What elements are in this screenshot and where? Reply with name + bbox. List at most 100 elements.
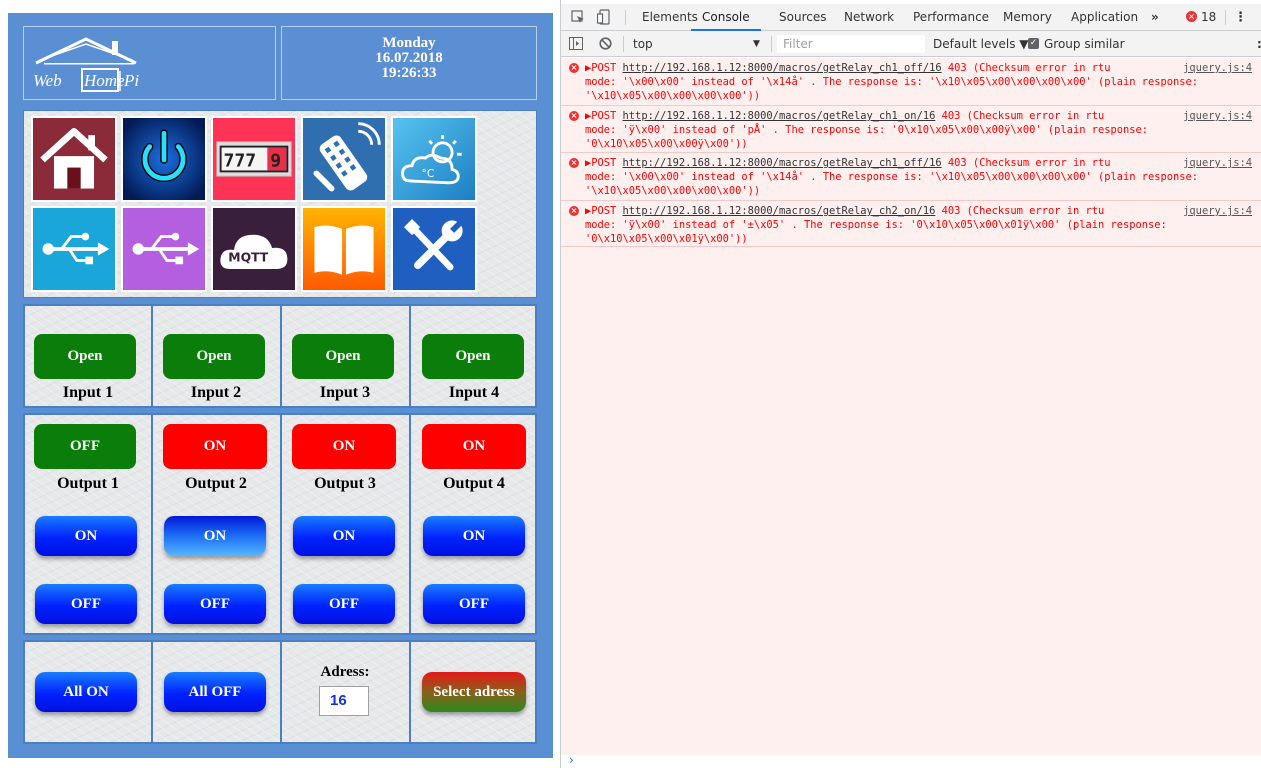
output-1-label: Output 1	[57, 475, 119, 492]
error-icon: ×	[1186, 11, 1197, 22]
divider	[771, 36, 772, 52]
weather-icon: °C	[393, 118, 475, 200]
date-text: 16.07.2018	[375, 50, 443, 66]
input-3-label: Input 3	[319, 384, 371, 401]
console-error-message[interactable]: × ▶POST http://192.168.1.12:8000/macros/…	[561, 201, 1261, 247]
remote-control-icon	[303, 118, 385, 200]
tab-memory[interactable]: Memory	[1003, 4, 1052, 31]
divider	[623, 36, 624, 52]
tools-icon	[403, 218, 464, 271]
console-error-message[interactable]: × ▶POST http://192.168.1.12:8000/macros/…	[561, 153, 1261, 201]
input-2-status: Open	[163, 334, 265, 379]
console-toolbar: top ▼ Filter Default levels ▼ ✓ Group si…	[561, 31, 1261, 57]
device-toolbar-icon[interactable]	[597, 9, 611, 25]
svg-text:777: 777	[223, 151, 256, 172]
mqtt-text: MQTT	[228, 249, 269, 264]
console-prompt-row[interactable]: ›	[561, 753, 1261, 768]
input-4-status: Open	[422, 334, 524, 379]
address-input[interactable]: 16	[319, 686, 369, 716]
usb-tile-1[interactable]	[31, 206, 117, 292]
all-on-button[interactable]: All ON	[35, 672, 137, 712]
counter-icon: 777 9	[213, 118, 295, 200]
home-tile[interactable]	[31, 116, 117, 202]
context-selector[interactable]: top ▼	[633, 36, 763, 52]
output-2-off-button[interactable]: OFF	[164, 584, 266, 624]
controls-panel: All ON All OFF Adress: 16 Select adress	[23, 640, 537, 744]
error-count[interactable]: 18	[1201, 4, 1216, 31]
source-link[interactable]: jquery.js:4	[1183, 156, 1252, 170]
logo-text-web: Web	[33, 71, 62, 90]
output-3-on-button[interactable]: ON	[293, 516, 395, 556]
output-3-off-button[interactable]: OFF	[293, 584, 395, 624]
tab-console[interactable]: Console	[691, 4, 761, 31]
log-levels-dropdown[interactable]: Default levels ▼	[933, 36, 1029, 52]
svg-text:9: 9	[270, 151, 281, 172]
input-4-label: Input 4	[448, 384, 500, 401]
output-4-on-button[interactable]: ON	[423, 516, 525, 556]
counter-tile[interactable]: 777 9	[211, 116, 297, 202]
output-4-label: Output 4	[443, 475, 505, 492]
inspect-icon[interactable]	[571, 10, 585, 24]
power-tile[interactable]	[121, 116, 207, 202]
output-1-off-button[interactable]: OFF	[35, 584, 137, 624]
settings-icon[interactable]: :	[1257, 36, 1261, 52]
input-3-status: Open	[292, 334, 394, 379]
console-error-message[interactable]: × ▶POST http://192.168.1.12:8000/macros/…	[561, 106, 1261, 153]
prompt-chevron-icon: ›	[569, 753, 574, 767]
day-text: Monday	[382, 35, 436, 51]
all-off-button[interactable]: All OFF	[164, 672, 266, 712]
source-link[interactable]: jquery.js:4	[1183, 109, 1252, 123]
filter-input[interactable]: Filter	[777, 35, 925, 53]
output-4-off-button[interactable]: OFF	[423, 584, 525, 624]
select-address-button[interactable]: Select adress	[422, 672, 526, 712]
error-icon: ×	[569, 111, 579, 121]
output-1-on-button[interactable]: ON	[35, 516, 137, 556]
error-icon: ×	[569, 206, 579, 216]
output-4-status: ON	[422, 424, 526, 469]
message-text: ▶POST http://192.168.1.12:8000/macros/ge…	[585, 157, 1199, 197]
output-2-on-button[interactable]: ON	[164, 516, 266, 556]
usb-tile-2[interactable]	[121, 206, 207, 292]
mqtt-tile[interactable]: MQTT	[211, 206, 297, 292]
weather-tile[interactable]: °C	[391, 116, 477, 202]
kebab-menu-icon[interactable]: ⋮	[1234, 4, 1247, 31]
divider	[625, 10, 626, 25]
book-tile[interactable]	[301, 206, 387, 292]
tab-application[interactable]: Application	[1071, 4, 1138, 31]
usb-icon	[42, 232, 110, 265]
logo-text-home: Home	[83, 71, 125, 90]
source-link[interactable]: jquery.js:4	[1183, 204, 1252, 218]
remote-control-tile[interactable]	[301, 116, 387, 202]
logo-box[interactable]: Web Home Pi	[23, 26, 276, 100]
mqtt-icon: MQTT	[220, 234, 288, 270]
output-3-status: ON	[292, 424, 396, 469]
tab-elements[interactable]: Elements	[642, 4, 698, 31]
logo-text-pi: Pi	[123, 71, 139, 90]
sidebar-toggle-icon[interactable]	[569, 37, 583, 50]
book-icon	[303, 208, 385, 290]
app-root: Web Home Pi Monday 16.07.2018 19:26:33 7…	[0, 0, 1261, 768]
power-icon	[123, 118, 205, 200]
web-home-pi-app: Web Home Pi Monday 16.07.2018 19:26:33 7…	[8, 13, 553, 758]
address-label: Adress:	[320, 664, 370, 680]
home-icon	[40, 128, 108, 189]
group-similar-checkbox[interactable]: ✓	[1028, 38, 1039, 49]
console-error-message[interactable]: × ▶POST http://192.168.1.12:8000/macros/…	[561, 58, 1261, 106]
tab-network[interactable]: Network	[844, 4, 894, 31]
source-link[interactable]: jquery.js:4	[1183, 61, 1252, 75]
tab-performance[interactable]: Performance	[913, 4, 989, 31]
devtools-tabbar: Elements Console Sources Network Perform…	[561, 4, 1261, 31]
output-2-status: ON	[163, 424, 267, 469]
inputs-panel: Open Open Open Open Input 1 Input 2 Inpu…	[23, 304, 537, 408]
input-1-label: Input 1	[62, 384, 114, 401]
tab-sources[interactable]: Sources	[779, 4, 826, 31]
web-home-pi-logo: Web Home Pi	[33, 37, 139, 92]
group-similar-label: Group similar	[1044, 37, 1125, 51]
outputs-panel: OFF ON ON ON Output 1 Output 2 Output 3 …	[23, 413, 537, 635]
clear-console-icon[interactable]	[599, 37, 612, 50]
usb-icon	[132, 232, 200, 265]
more-tabs-button[interactable]: »	[1151, 4, 1159, 31]
datetime-box: Monday 16.07.2018 19:26:33	[281, 26, 537, 100]
devtools-panel: Elements Console Sources Network Perform…	[560, 0, 1261, 768]
tools-tile[interactable]	[391, 206, 477, 292]
